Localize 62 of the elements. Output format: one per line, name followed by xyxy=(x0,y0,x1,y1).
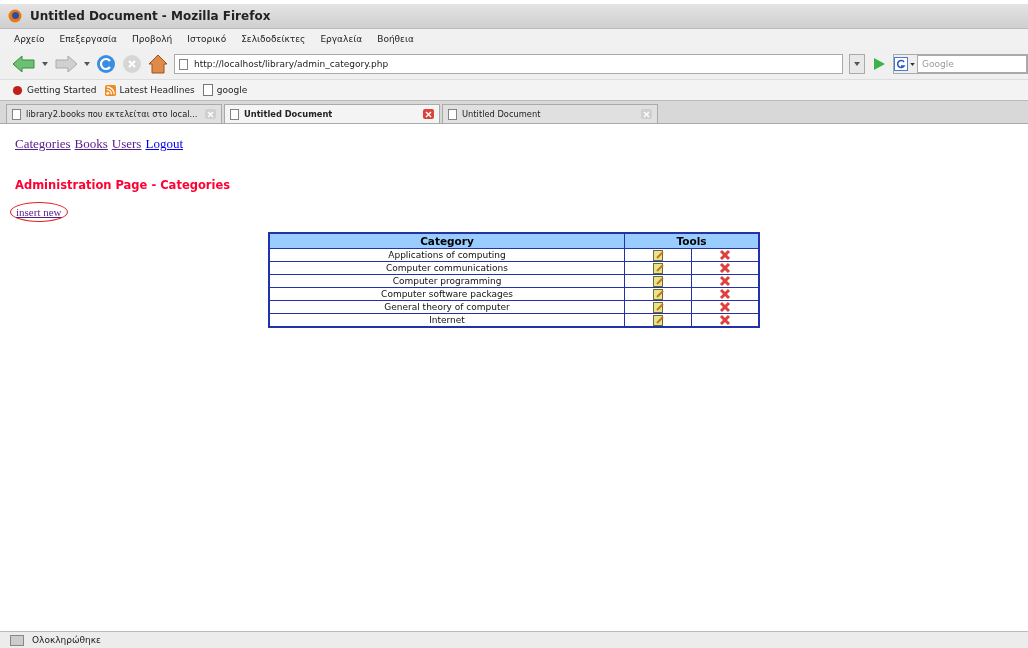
reload-icon[interactable] xyxy=(96,54,116,74)
window-title: Untitled Document - Mozilla Firefox xyxy=(30,9,271,23)
menu-item[interactable]: Βοήθεια xyxy=(377,34,414,44)
browser-tab[interactable]: Untitled Document xyxy=(442,104,658,123)
nav-link[interactable]: Books xyxy=(74,136,108,152)
firefox-icon xyxy=(8,9,22,23)
delete-icon[interactable] xyxy=(719,301,731,313)
back-arrow-icon[interactable] xyxy=(12,55,36,73)
nav-link[interactable]: Users xyxy=(111,136,142,152)
table-cell: Applications of computing xyxy=(269,248,625,262)
delete-icon[interactable] xyxy=(719,288,731,300)
menu-item[interactable]: Ιστορικό xyxy=(187,34,227,44)
page-heading: Administration Page - Categories xyxy=(15,178,232,192)
page-icon xyxy=(230,108,239,120)
menu-item[interactable]: Προβολή xyxy=(132,34,173,44)
feed-icon xyxy=(104,84,116,96)
delete-icon[interactable] xyxy=(719,262,731,274)
caret-icon xyxy=(854,62,860,66)
search-field[interactable]: Google xyxy=(917,55,1027,73)
edit-icon[interactable] xyxy=(652,301,664,313)
search-engine-icon[interactable] xyxy=(894,57,908,71)
browser-tab[interactable]: library2.books που εκτελείται στο local... xyxy=(6,104,222,123)
edit-icon[interactable] xyxy=(652,275,664,287)
dropdown-button[interactable] xyxy=(849,54,865,74)
browser-tab[interactable]: Untitled Document xyxy=(224,104,440,123)
column-header: Tools xyxy=(624,233,759,249)
page-icon xyxy=(12,108,21,120)
close-icon[interactable] xyxy=(423,109,434,119)
table-cell: Computer communications xyxy=(269,261,625,275)
page-icon xyxy=(202,84,213,96)
menu-item[interactable]: Αρχείο xyxy=(14,34,45,44)
caret-icon[interactable] xyxy=(910,62,915,66)
go-icon[interactable] xyxy=(871,56,887,72)
menu-item[interactable]: Εργαλεία xyxy=(320,34,363,44)
home-icon[interactable] xyxy=(148,54,168,74)
status-text: Ολοκληρώθηκε xyxy=(32,635,101,645)
address-text: http://localhost/library/admin_category.php xyxy=(194,59,389,69)
page-icon xyxy=(179,58,188,70)
edit-icon[interactable] xyxy=(652,288,664,300)
table-cell: General theory of computer xyxy=(269,300,625,314)
bookmark-link[interactable]: Getting Started xyxy=(27,85,97,95)
menu-item[interactable]: Επεξεργασία xyxy=(59,34,117,44)
delete-icon[interactable] xyxy=(719,314,731,326)
delete-icon[interactable] xyxy=(719,249,731,261)
edit-icon[interactable] xyxy=(652,262,664,274)
address-field[interactable]: http://localhost/library/admin_category.php xyxy=(174,54,843,74)
column-header: Category xyxy=(269,233,625,249)
page-icon xyxy=(448,108,457,120)
delete-icon[interactable] xyxy=(719,275,731,287)
table-cell: Computer software packages xyxy=(269,287,625,301)
menu-item[interactable]: Σελιδοδείκτες xyxy=(241,34,306,44)
table-cell: Computer programming xyxy=(269,274,625,288)
status-icon xyxy=(10,634,24,646)
firefox-icon xyxy=(12,84,23,96)
nav-link[interactable]: Categories xyxy=(15,136,71,152)
nav-link[interactable]: Logout xyxy=(145,136,183,152)
caret-icon[interactable] xyxy=(42,62,48,66)
bookmark-link[interactable]: Latest Headlines xyxy=(119,85,195,95)
caret-icon[interactable] xyxy=(84,62,90,66)
edit-icon[interactable] xyxy=(652,249,664,261)
bookmark-link[interactable]: google xyxy=(216,85,248,95)
edit-icon[interactable] xyxy=(652,314,664,326)
